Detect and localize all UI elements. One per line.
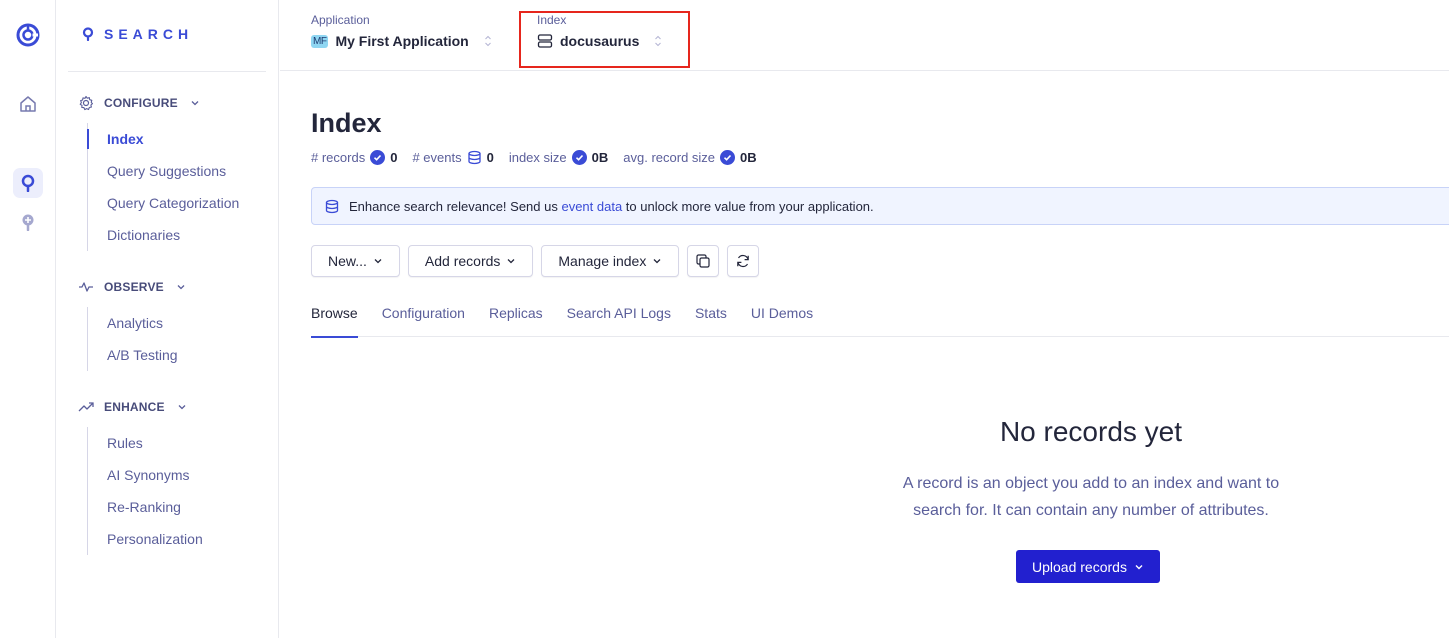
empty-state-line-1: A record is an object you add to an inde… bbox=[902, 475, 1280, 492]
sidebar-item-dictionaries[interactable]: Dictionaries bbox=[88, 219, 239, 251]
metric-records: # records 0 bbox=[311, 150, 397, 165]
sidebar-brand: SEARCH bbox=[82, 26, 193, 42]
chevron-down-icon bbox=[653, 259, 661, 264]
algolia-logo-icon[interactable] bbox=[0, 20, 56, 50]
divider bbox=[68, 71, 266, 72]
sidebar-item-personalization[interactable]: Personalization bbox=[88, 523, 203, 555]
home-icon[interactable] bbox=[0, 92, 56, 116]
new-button-label: New... bbox=[328, 253, 367, 269]
metric-value: 0B bbox=[740, 150, 757, 165]
chevron-down-icon bbox=[374, 259, 382, 264]
check-circle-icon bbox=[370, 150, 386, 165]
recommend-icon[interactable] bbox=[0, 210, 56, 234]
banner-suffix: to unlock more value from your applicati… bbox=[622, 198, 874, 214]
tab-browse[interactable]: Browse bbox=[311, 298, 358, 338]
manage-index-label: Manage index bbox=[558, 253, 647, 269]
section-observe[interactable]: OBSERVE bbox=[78, 279, 186, 295]
sidebar-item-ab-testing[interactable]: A/B Testing bbox=[88, 339, 178, 371]
sidebar-item-analytics[interactable]: Analytics bbox=[88, 307, 178, 339]
chevron-down-icon bbox=[507, 259, 515, 264]
section-title: OBSERVE bbox=[104, 280, 164, 294]
sidebar-item-rules[interactable]: Rules bbox=[88, 427, 203, 459]
section-enhance[interactable]: ENHANCE bbox=[78, 399, 187, 415]
refresh-button[interactable] bbox=[727, 245, 760, 277]
sidebar-item-query-suggestions[interactable]: Query Suggestions bbox=[88, 155, 239, 187]
metric-label: # events bbox=[412, 150, 462, 165]
tab-ui-demos[interactable]: UI Demos bbox=[751, 298, 813, 337]
banner-text: Enhance search relevance! Send us event … bbox=[349, 199, 874, 214]
chevron-down-icon bbox=[1135, 564, 1143, 569]
gear-icon bbox=[79, 95, 94, 111]
main-content: Index # records 0 # events 0 index size … bbox=[311, 71, 1449, 638]
index-toolbar: New... Add records Manage index bbox=[311, 245, 760, 277]
trending-up-icon bbox=[78, 402, 94, 412]
index-metrics: # records 0 # events 0 index size 0B avg… bbox=[311, 150, 772, 165]
check-circle-icon bbox=[571, 150, 587, 165]
sidebar-item-re-ranking[interactable]: Re-Ranking bbox=[88, 491, 203, 523]
metric-value: 0B bbox=[591, 150, 609, 165]
nav-configure: Index Query Suggestions Query Categoriza… bbox=[86, 123, 239, 251]
empty-state: No records yet A record is an object you… bbox=[876, 416, 1306, 524]
pulse-icon bbox=[79, 282, 93, 292]
sidebar-item-query-categorization[interactable]: Query Categorization bbox=[88, 187, 239, 219]
refresh-icon bbox=[737, 254, 750, 268]
page-title: Index bbox=[311, 108, 382, 138]
metric-label: # records bbox=[311, 150, 366, 165]
tab-replicas[interactable]: Replicas bbox=[489, 298, 543, 337]
sidebar-item-index[interactable]: Index bbox=[86, 123, 239, 155]
database-icon bbox=[325, 199, 339, 213]
metric-value: 0 bbox=[390, 150, 398, 165]
metric-avg-record-size: avg. record size 0B bbox=[623, 150, 757, 165]
index-tabs: Browse Configuration Replicas Search API… bbox=[311, 298, 1449, 338]
empty-state-title: No records yet bbox=[999, 416, 1183, 447]
application-label: Application bbox=[311, 13, 370, 27]
event-data-banner: Enhance search relevance! Send us event … bbox=[311, 187, 1449, 225]
add-records-label: Add records bbox=[424, 253, 501, 269]
add-records-button[interactable]: Add records bbox=[407, 245, 534, 277]
chevron-down-icon bbox=[177, 285, 185, 290]
check-circle-icon bbox=[720, 150, 736, 165]
application-badge: MF bbox=[311, 34, 329, 48]
search-brand-icon bbox=[82, 27, 94, 41]
sidebar-item-ai-synonyms[interactable]: AI Synonyms bbox=[88, 459, 203, 491]
search-app-icon[interactable] bbox=[0, 168, 56, 198]
app-rail bbox=[0, 0, 56, 638]
empty-state-line-2: search for. It can contain any number of… bbox=[913, 502, 1269, 519]
metric-label: avg. record size bbox=[623, 150, 716, 165]
index-picker-highlight bbox=[519, 11, 690, 68]
database-icon bbox=[467, 150, 481, 165]
copy-icon bbox=[696, 254, 710, 268]
metric-label: index size bbox=[508, 150, 567, 165]
section-title: ENHANCE bbox=[104, 400, 165, 414]
tab-stats[interactable]: Stats bbox=[695, 298, 727, 337]
metric-events: # events 0 bbox=[412, 150, 493, 165]
select-arrows-icon bbox=[484, 34, 492, 48]
application-name: My First Application bbox=[335, 33, 469, 49]
copy-button[interactable] bbox=[687, 245, 720, 277]
upload-records-label: Upload records bbox=[1032, 558, 1127, 575]
section-configure[interactable]: CONFIGURE bbox=[78, 95, 200, 111]
section-title: CONFIGURE bbox=[104, 96, 178, 110]
nav-observe: Analytics A/B Testing bbox=[87, 307, 178, 371]
metric-index-size: index size 0B bbox=[509, 150, 608, 165]
sidebar: SEARCH CONFIGURE Index Query Suggestions… bbox=[56, 0, 279, 638]
upload-records-button[interactable]: Upload records bbox=[1016, 550, 1160, 583]
tab-search-api-logs[interactable]: Search API Logs bbox=[567, 298, 671, 337]
application-picker[interactable]: Application MF My First Application bbox=[311, 13, 492, 49]
chevron-down-icon bbox=[191, 101, 199, 106]
event-data-link[interactable]: event data bbox=[561, 199, 622, 214]
nav-enhance: Rules AI Synonyms Re-Ranking Personaliza… bbox=[87, 427, 203, 555]
metric-value: 0 bbox=[486, 150, 494, 165]
tab-configuration[interactable]: Configuration bbox=[382, 298, 465, 337]
brand-label: SEARCH bbox=[104, 26, 194, 42]
top-bar: Application MF My First Application Inde… bbox=[280, 0, 1449, 71]
banner-prefix: Enhance search relevance! Send us bbox=[349, 198, 562, 214]
new-button[interactable]: New... bbox=[311, 245, 400, 277]
chevron-down-icon bbox=[178, 405, 186, 410]
manage-index-button[interactable]: Manage index bbox=[541, 245, 680, 277]
